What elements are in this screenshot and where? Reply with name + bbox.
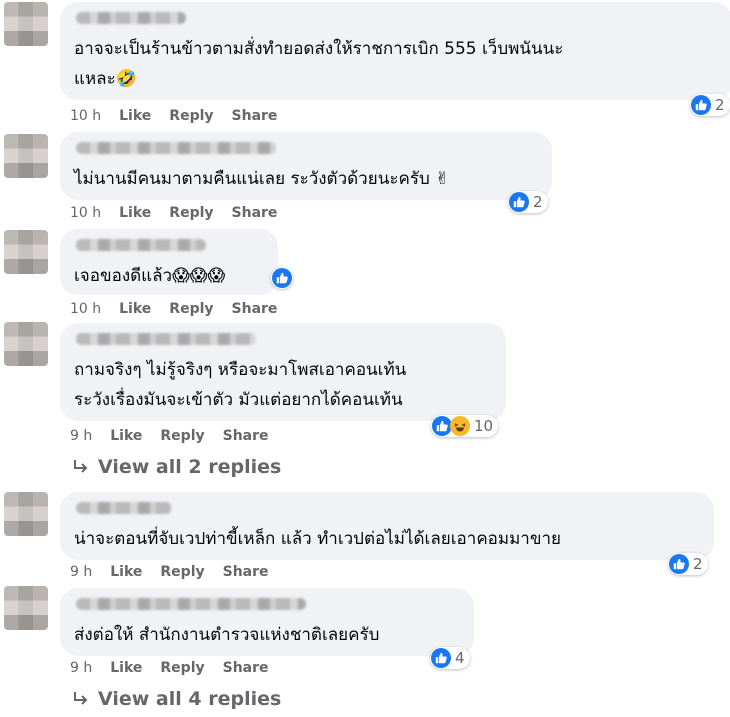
view-replies-label[interactable]: View all 4 replies — [98, 688, 281, 710]
reaction-summary[interactable]: 10 — [431, 415, 499, 437]
thumbs-up-icon — [691, 95, 711, 115]
reaction-summary[interactable]: 2 — [690, 94, 730, 116]
comment-text-line: น่าจะตอนที่จับเวปท่าขี้เหล็ก แล้ว ทำเวปต… — [74, 529, 561, 549]
share-action[interactable]: Share — [223, 428, 269, 444]
comment-bubble: ไม่นานมีคนมาตามคืนแน่เลย ระวังตัวด้วยนะค… — [60, 132, 552, 200]
thumbs-up-icon — [272, 268, 292, 288]
blurred-author-name[interactable] — [76, 502, 172, 514]
reaction-count: 2 — [533, 193, 543, 211]
comment-meta: 10 h Like Reply Share — [70, 108, 277, 124]
share-action[interactable]: Share — [232, 205, 278, 221]
avatar[interactable] — [4, 2, 48, 46]
like-action[interactable]: Like — [119, 205, 151, 221]
comment-meta: 10 h Like Reply Share — [70, 301, 277, 317]
like-action[interactable]: Like — [119, 108, 151, 124]
reaction-count: 4 — [455, 649, 465, 667]
blurred-author-name[interactable] — [76, 333, 256, 345]
timestamp[interactable]: 10 h — [70, 205, 101, 221]
comment-meta: 9 h Like Reply Share — [70, 564, 269, 580]
comment-text-line: อาจจะเป็นร้านข้าวตามสั่งทำยอดส่งให้ราชกา… — [74, 39, 564, 59]
reply-action[interactable]: Reply — [160, 660, 204, 676]
timestamp[interactable]: 9 h — [70, 428, 92, 444]
timestamp[interactable]: 9 h — [70, 660, 92, 676]
avatar[interactable] — [4, 322, 48, 366]
reaction-summary[interactable]: 2 — [508, 191, 548, 213]
reply-arrow-icon — [74, 460, 88, 473]
like-action[interactable]: Like — [119, 301, 151, 317]
comment-bubble: น่าจะตอนที่จับเวปท่าขี้เหล็ก แล้ว ทำเวปต… — [60, 492, 714, 560]
avatar[interactable] — [4, 230, 48, 274]
comment-bubble: อาจจะเป็นร้านข้าวตามสั่งทำยอดส่งให้ราชกา… — [60, 2, 730, 100]
thumbs-up-icon — [669, 554, 689, 574]
avatar[interactable] — [4, 586, 48, 630]
view-replies-label[interactable]: View all 2 replies — [98, 456, 281, 478]
avatar[interactable] — [4, 134, 48, 178]
comment-meta: 9 h Like Reply Share — [70, 660, 269, 676]
thumbs-up-icon — [432, 416, 452, 436]
reaction-summary[interactable]: 2 — [668, 553, 708, 575]
share-action[interactable]: Share — [232, 301, 278, 317]
comment-bubble: เจอของดีแล้ว😱😱😱 — [60, 229, 278, 295]
comment-text-line: ถามจริงๆ ไม่รู้จริงๆ หรือจะมาโพสเอาคอนเท… — [74, 360, 407, 380]
reply-action[interactable]: Reply — [169, 301, 213, 317]
reaction-count: 2 — [693, 555, 703, 573]
thumbs-up-icon — [509, 192, 529, 212]
thumbs-up-icon — [431, 648, 451, 668]
reply-arrow-icon — [74, 692, 88, 705]
comment-meta: 10 h Like Reply Share — [70, 205, 277, 221]
share-action[interactable]: Share — [232, 108, 278, 124]
timestamp[interactable]: 9 h — [70, 564, 92, 580]
reaction-summary[interactable] — [271, 267, 293, 289]
reply-action[interactable]: Reply — [169, 108, 213, 124]
comment-text-line: ส่งต่อให้ สำนักงานตำรวจแห่งชาติเลยครับ — [74, 625, 380, 645]
blurred-author-name[interactable] — [76, 142, 276, 154]
blurred-author-name[interactable] — [76, 598, 306, 610]
view-replies-link[interactable]: View all 4 replies — [72, 688, 281, 710]
share-action[interactable]: Share — [223, 660, 269, 676]
reaction-count: 10 — [474, 417, 494, 435]
comment-text-line: แหละ🤣 — [74, 69, 137, 89]
blurred-author-name[interactable] — [76, 12, 186, 24]
reaction-summary[interactable]: 4 — [430, 647, 470, 669]
comment-bubble: ถามจริงๆ ไม่รู้จริงๆ หรือจะมาโพสเอาคอนเท… — [60, 323, 506, 421]
blurred-author-name[interactable] — [76, 239, 206, 251]
like-action[interactable]: Like — [110, 660, 142, 676]
reaction-count: 2 — [715, 96, 725, 114]
share-action[interactable]: Share — [223, 564, 269, 580]
like-action[interactable]: Like — [110, 428, 142, 444]
avatar[interactable] — [4, 492, 48, 536]
view-replies-link[interactable]: View all 2 replies — [72, 456, 281, 478]
reply-action[interactable]: Reply — [160, 564, 204, 580]
comment-bubble: ส่งต่อให้ สำนักงานตำรวจแห่งชาติเลยครับ — [60, 588, 474, 656]
comment-meta: 9 h Like Reply Share — [70, 428, 269, 444]
timestamp[interactable]: 10 h — [70, 301, 101, 317]
reply-action[interactable]: Reply — [160, 428, 204, 444]
comment-text-line: ระวังเรื่องมันจะเข้าตัว มัวแต่อยากได้คอน… — [74, 390, 403, 410]
laughing-face-icon — [450, 416, 470, 436]
reply-action[interactable]: Reply — [169, 205, 213, 221]
like-action[interactable]: Like — [110, 564, 142, 580]
comment-text-line: เจอของดีแล้ว😱😱😱 — [74, 266, 226, 286]
comment-text-line: ไม่นานมีคนมาตามคืนแน่เลย ระวังตัวด้วยนะค… — [74, 169, 450, 189]
timestamp[interactable]: 10 h — [70, 108, 101, 124]
